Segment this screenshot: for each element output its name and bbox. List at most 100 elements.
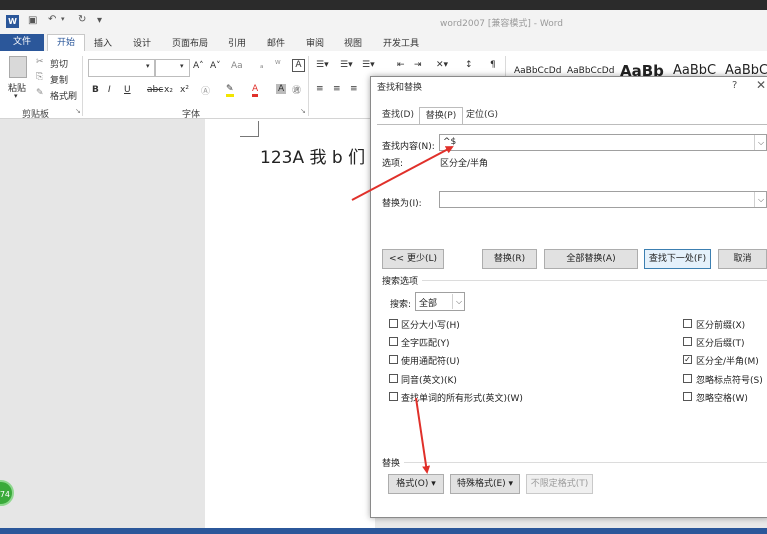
subscript-button[interactable]: x₂ <box>164 85 173 95</box>
align-left-icon[interactable]: ≡ <box>316 84 324 94</box>
tab-insert[interactable]: 插入 <box>94 36 112 49</box>
format-button[interactable]: 格式(O) ▾ <box>388 474 444 494</box>
replace-with-label: 替换为(I): <box>382 199 422 209</box>
increase-indent-icon[interactable]: ⇥ <box>414 60 422 70</box>
customize-qat-icon[interactable]: ▾ <box>97 15 102 26</box>
wildcards-checkbox[interactable] <box>389 355 398 364</box>
cut-button[interactable]: 剪切 <box>50 57 68 70</box>
font-size-dropdown-icon[interactable]: ▾ <box>180 62 184 70</box>
numbering-icon[interactable]: ☰▾ <box>340 60 353 70</box>
font-launcher-icon[interactable]: ↘ <box>300 107 306 115</box>
enclose-char-icon[interactable]: ㊜ <box>292 83 301 96</box>
ignore-space-checkbox[interactable] <box>683 392 692 401</box>
find-next-button[interactable]: 查找下一处(F) <box>644 249 711 269</box>
text-effects-icon[interactable]: Ⓐ <box>201 84 210 97</box>
grow-font-button[interactable]: A˄ <box>193 61 204 71</box>
replace-all-button[interactable]: 全部替换(A) <box>544 249 638 269</box>
change-case-button[interactable]: Aa <box>231 61 243 71</box>
find-dropdown-icon[interactable]: ⌵ <box>754 135 767 150</box>
paste-dropdown-icon[interactable]: ▾ <box>14 92 18 100</box>
align-center-icon[interactable]: ≡ <box>333 84 341 94</box>
no-formatting-button[interactable]: 不限定格式(T) <box>526 474 593 494</box>
format-painter-button[interactable]: 格式刷 <box>50 89 77 102</box>
char-shading-icon[interactable]: A <box>276 84 287 94</box>
bullets-icon[interactable]: ☰▾ <box>316 60 329 70</box>
bold-button[interactable]: B <box>92 85 99 95</box>
save-icon[interactable]: ▣ <box>28 15 37 26</box>
options-label: 选项: <box>382 159 404 169</box>
format-painter-icon[interactable]: ✎ <box>36 88 44 98</box>
dialog-title: 查找和替换 <box>377 83 423 93</box>
document-text[interactable]: 123A 我 b 们 c <box>260 143 380 168</box>
match-case-checkbox[interactable] <box>389 319 398 328</box>
less-button[interactable]: << 更少(L) <box>382 249 444 269</box>
tab-review[interactable]: 审阅 <box>306 36 324 49</box>
document-margin-area <box>0 119 205 534</box>
tab-layout[interactable]: 页面布局 <box>172 36 208 49</box>
tab-developer[interactable]: 开发工具 <box>383 36 419 49</box>
font-size-combo[interactable] <box>155 59 190 77</box>
match-suffix-label: 区分后缀(T) <box>696 339 745 349</box>
tab-view[interactable]: 视图 <box>344 36 362 49</box>
find-what-input[interactable]: ^$ ⌵ <box>439 134 767 151</box>
tab-design[interactable]: 设计 <box>133 36 151 49</box>
tab-divider <box>377 124 767 125</box>
cancel-button[interactable]: 取消 <box>718 249 767 269</box>
replace-dropdown-icon[interactable]: ⌵ <box>754 192 767 207</box>
ignore-punct-checkbox[interactable] <box>683 374 692 383</box>
strikethrough-button[interactable]: abc <box>147 85 163 95</box>
char-border-icon[interactable]: A <box>292 59 305 72</box>
font-name-dropdown-icon[interactable]: ▾ <box>146 62 150 70</box>
redo-icon[interactable]: ↻ <box>78 14 86 25</box>
whole-word-label: 全字匹配(Y) <box>401 339 450 349</box>
highlight-icon[interactable]: ✎ <box>226 84 234 97</box>
show-marks-icon[interactable]: ¶ <box>490 60 496 70</box>
underline-button[interactable]: U <box>124 85 131 95</box>
ribbon-separator <box>308 56 309 116</box>
tab-file[interactable]: 文件 <box>0 34 44 51</box>
italic-button[interactable]: I <box>108 85 111 95</box>
special-button[interactable]: 特殊格式(E) ▾ <box>450 474 520 494</box>
match-prefix-checkbox[interactable] <box>683 319 692 328</box>
font-name-combo[interactable] <box>88 59 155 77</box>
match-width-checkbox[interactable]: ✓ <box>683 355 692 364</box>
decrease-indent-icon[interactable]: ⇤ <box>397 60 405 70</box>
superscript-button[interactable]: x² <box>180 85 189 95</box>
clipboard-launcher-icon[interactable]: ↘ <box>75 107 81 115</box>
tab-references[interactable]: 引用 <box>228 36 246 49</box>
copy-icon[interactable]: ⎘ <box>36 72 43 82</box>
whole-word-checkbox[interactable] <box>389 337 398 346</box>
phonetic-guide-icon[interactable]: ᵂ <box>275 60 281 70</box>
search-direction-select[interactable]: 全部 ⌵ <box>415 292 465 311</box>
close-button[interactable]: ✕ <box>756 78 766 92</box>
match-prefix-label: 区分前缀(X) <box>696 321 746 331</box>
tab-mailings[interactable]: 邮件 <box>267 36 285 49</box>
multilevel-list-icon[interactable]: ☰▾ <box>362 60 375 70</box>
match-suffix-checkbox[interactable] <box>683 337 692 346</box>
shrink-font-button[interactable]: A˅ <box>210 61 221 71</box>
paste-icon[interactable] <box>9 56 27 78</box>
match-case-label: 区分大小写(H) <box>401 321 460 331</box>
word-logo-icon: W <box>6 15 19 28</box>
sort-icon[interactable]: ↕ <box>465 60 473 70</box>
tab-replace[interactable]: 替换(P) <box>419 107 463 124</box>
tab-goto[interactable]: 定位(G) <box>463 107 501 123</box>
undo-dropdown-icon[interactable]: ▾ <box>61 15 65 23</box>
copy-button[interactable]: 复制 <box>50 73 68 86</box>
tab-find[interactable]: 查找(D) <box>379 107 417 123</box>
font-color-icon[interactable]: A <box>252 84 259 97</box>
help-button[interactable]: ? <box>732 80 737 91</box>
word-forms-checkbox[interactable] <box>389 392 398 401</box>
replace-button[interactable]: 替换(R) <box>482 249 537 269</box>
document-page[interactable] <box>205 119 375 534</box>
align-right-icon[interactable]: ≡ <box>350 84 358 94</box>
undo-icon[interactable]: ↶ <box>48 14 56 25</box>
tab-home[interactable]: 开始 <box>47 34 85 51</box>
sounds-like-checkbox[interactable] <box>389 374 398 383</box>
chinese-layout-icon[interactable]: ✕▾ <box>436 60 448 70</box>
clear-format-icon[interactable]: ₐ <box>260 61 264 71</box>
sounds-like-label: 同音(英文)(K) <box>401 376 457 386</box>
search-direction-dropdown-icon[interactable]: ⌵ <box>452 294 465 309</box>
replace-with-input[interactable]: ⌵ <box>439 191 767 208</box>
cut-icon[interactable]: ✂ <box>36 57 44 67</box>
